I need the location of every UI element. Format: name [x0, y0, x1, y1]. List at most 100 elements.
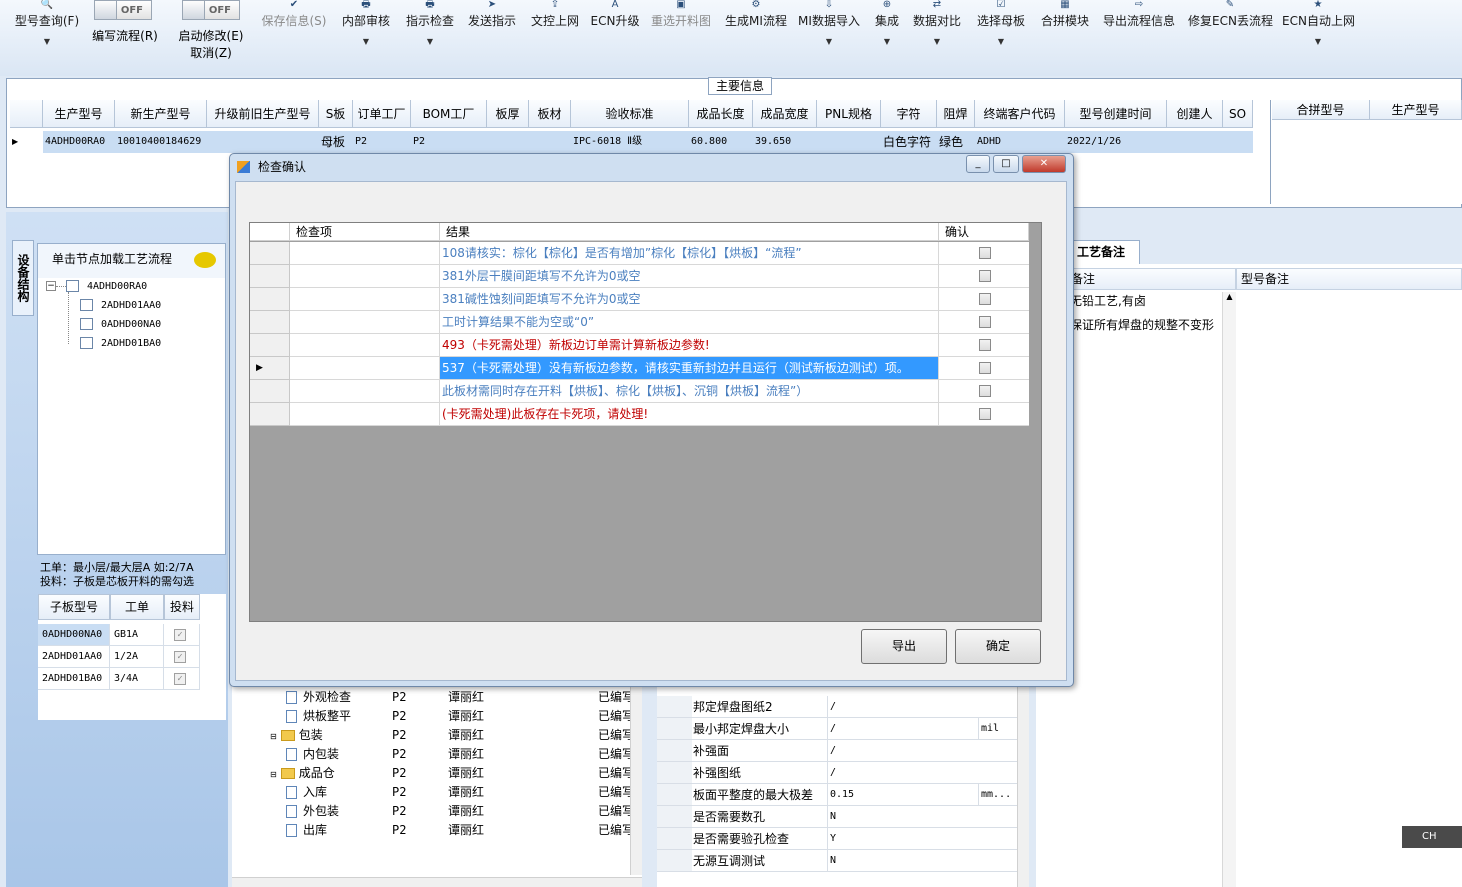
confirm-checkbox[interactable] — [979, 270, 991, 282]
property-row[interactable]: 邦定焊盘图纸2/ — [657, 696, 1029, 718]
property-value[interactable]: / — [828, 718, 978, 740]
toolbar-button-0[interactable]: 🔍 型号查询(F) ▼ — [12, 0, 82, 46]
main-cell[interactable]: 白色字符 — [881, 131, 937, 153]
check-row[interactable]: 493（卡死需处理）新板边订单需计算新板边参数! — [250, 334, 1029, 357]
main-cell[interactable] — [487, 131, 529, 153]
scrollbar[interactable] — [630, 685, 642, 875]
checkbox-icon[interactable]: ✓ — [174, 673, 186, 685]
property-row[interactable]: 最小邦定焊盘大小 / mil — [657, 718, 1029, 740]
confirm-checkbox[interactable] — [979, 339, 991, 351]
minimize-icon[interactable]: _ — [966, 155, 990, 173]
process-item[interactable]: 外包装 — [286, 802, 339, 821]
confirm-checkbox[interactable] — [979, 385, 991, 397]
property-row[interactable]: 补强图纸 / — [657, 762, 1029, 784]
toolbar-button-8[interactable]: ⚙ 生成MI流程 — [724, 0, 788, 29]
toolbar-button-1[interactable]: ✔ 保存信息(S) — [258, 0, 330, 29]
toolbar-button-3[interactable]: 🖶 指示检查 ▼ — [404, 0, 456, 46]
sub-model-cell[interactable]: 2ADHD01BA0 — [38, 668, 110, 690]
property-value[interactable]: Y — [828, 828, 978, 850]
confirm-checkbox[interactable] — [979, 293, 991, 305]
toolbar-button-14[interactable]: ⇨ 导出流程信息 — [1102, 0, 1176, 29]
property-value[interactable]: N — [828, 850, 978, 872]
main-cell[interactable]: 10010400184629 — [115, 131, 207, 153]
property-row[interactable]: 补强面 / — [657, 740, 1029, 762]
tree-node[interactable]: 2ADHD01AA0 — [80, 299, 161, 311]
collapse-icon[interactable]: − — [46, 281, 56, 291]
property-value[interactable]: N — [828, 806, 978, 828]
check-row[interactable]: 工时计算结果不能为空或“0” — [250, 311, 1029, 334]
checkbox-icon[interactable]: ✓ — [174, 651, 186, 663]
property-row[interactable]: 是否需要数孔 N — [657, 806, 1029, 828]
check-row[interactable]: (卡死需处理)此板存在卡死项，请处理! — [250, 403, 1029, 426]
toolbar-button-10[interactable]: ⊕ 集成 ▼ — [874, 0, 900, 46]
property-row[interactable]: 是否需要验孔检查 Y — [657, 828, 1029, 850]
expand-icon[interactable]: ⊟ — [270, 770, 277, 779]
sub-order-cell[interactable]: 3/4A — [110, 668, 164, 690]
main-cell[interactable]: P2 — [411, 131, 487, 153]
main-cell[interactable]: ADHD — [975, 131, 1065, 153]
main-cell[interactable]: IPC-6018 Ⅱ级 — [571, 131, 689, 153]
ime-indicator[interactable]: CH — [1402, 826, 1462, 848]
confirm-checkbox[interactable] — [979, 362, 991, 374]
check-row[interactable]: ▶ 537（卡死需处理）没有新板边参数，请核实重新封边并且运行（测试新板边测试）项… — [250, 357, 1029, 380]
main-cell[interactable]: 4ADHD00RA0 — [43, 131, 115, 153]
confirm-checkbox[interactable] — [979, 316, 991, 328]
check-row[interactable]: 381碱性蚀刻间距填写不允许为0或空 — [250, 288, 1029, 311]
close-icon[interactable]: ✕ — [1022, 155, 1066, 173]
property-row[interactable]: 无源互调测试 N — [657, 850, 1029, 872]
toolbar-button-9[interactable]: ⇩ MI数据导入 ▼ — [798, 0, 860, 46]
export-button[interactable]: 导出 — [861, 629, 947, 664]
expand-icon[interactable]: ⊟ — [270, 732, 277, 741]
process-item[interactable]: ⊟ 成品仓 — [270, 764, 335, 783]
property-value[interactable]: / — [828, 696, 978, 718]
process-item[interactable]: ⊟ 包装 — [270, 726, 323, 745]
toolbar-button-11[interactable]: ⇄ 数据对比 ▼ — [912, 0, 962, 46]
horizontal-scrollbar[interactable] — [232, 877, 642, 887]
check-row[interactable]: 108请核实：棕化【棕化】是否有增加”棕化【棕化】【烘板】“流程” — [250, 242, 1029, 265]
sub-feed-cell[interactable]: ✓ — [164, 646, 200, 668]
process-item[interactable]: 烘板整平 — [286, 707, 351, 726]
tree-node-root[interactable]: 4ADHD00RA0 — [66, 280, 147, 292]
sub-model-cell[interactable]: 2ADHD01AA0 — [38, 646, 110, 668]
sub-order-cell[interactable]: GB1A — [110, 624, 164, 646]
main-cell[interactable]: 2022/1/26 — [1065, 131, 1167, 153]
property-scrollbar[interactable] — [1017, 685, 1029, 887]
sub-feed-cell[interactable]: ✓ — [164, 668, 200, 690]
property-row[interactable]: 板面平整度的最大极差 0.15 mm... — [657, 784, 1029, 806]
property-value[interactable]: / — [828, 740, 978, 762]
tree-node[interactable]: 0ADHD00NA0 — [80, 318, 161, 330]
property-value[interactable]: / — [828, 762, 978, 784]
toolbar-button-16[interactable]: ★ ECN自动上网 ▼ — [1282, 0, 1355, 46]
main-cell[interactable] — [817, 131, 881, 153]
sub-feed-cell[interactable]: ✓ — [164, 624, 200, 646]
toolbar-button-12[interactable]: ☑ 选择母板 ▼ — [976, 0, 1026, 46]
toolbar-button-4[interactable]: ➤ 发送指示 — [466, 0, 518, 29]
main-cell[interactable]: 39.650 — [753, 131, 817, 153]
main-cell[interactable]: 60.800 — [689, 131, 753, 153]
vertical-tab-structure[interactable]: 设备结构 — [12, 240, 34, 316]
toolbar-button-6[interactable]: A ECN升级 — [590, 0, 640, 29]
toolbar-button-5[interactable]: ⇪ 文控上网 — [530, 0, 580, 29]
main-cell[interactable] — [1223, 131, 1253, 153]
process-item[interactable]: 外观检查 — [286, 688, 351, 707]
checkbox-icon[interactable]: ✓ — [174, 629, 186, 641]
start-modify-toggle[interactable]: OFF — [182, 0, 240, 20]
main-cell[interactable] — [207, 131, 319, 153]
check-row[interactable]: 此板材需同时存在开料【烘板】、棕化【烘板】、沉铜【烘板】流程”） — [250, 380, 1029, 403]
confirm-checkbox[interactable] — [979, 408, 991, 420]
main-cell[interactable]: P2 — [353, 131, 411, 153]
toolbar-button-15[interactable]: ✎ 修复ECN丢流程 — [1188, 0, 1273, 29]
sub-model-cell[interactable]: 0ADHD00NA0 — [38, 624, 110, 646]
toolbar-button-2[interactable]: 🖶 内部审核 ▼ — [340, 0, 392, 46]
tab-process-remark[interactable]: 工艺备注 — [1070, 240, 1140, 264]
process-item[interactable]: 入库 — [286, 783, 327, 802]
main-cell[interactable] — [529, 131, 571, 153]
toolbar-button-7[interactable]: ▣ 重选开料图 — [650, 0, 712, 29]
check-row[interactable]: 381外层干膜间距填写不允许为0或空 — [250, 265, 1029, 288]
main-cell[interactable] — [1167, 131, 1223, 153]
comment-bubble-icon[interactable] — [194, 252, 216, 268]
process-item[interactable]: 出库 — [286, 821, 327, 840]
main-cell[interactable]: 绿色 — [937, 131, 975, 153]
remark-scrollbar[interactable]: ▲ — [1222, 292, 1236, 887]
write-flow-toggle[interactable]: OFF — [94, 0, 152, 20]
